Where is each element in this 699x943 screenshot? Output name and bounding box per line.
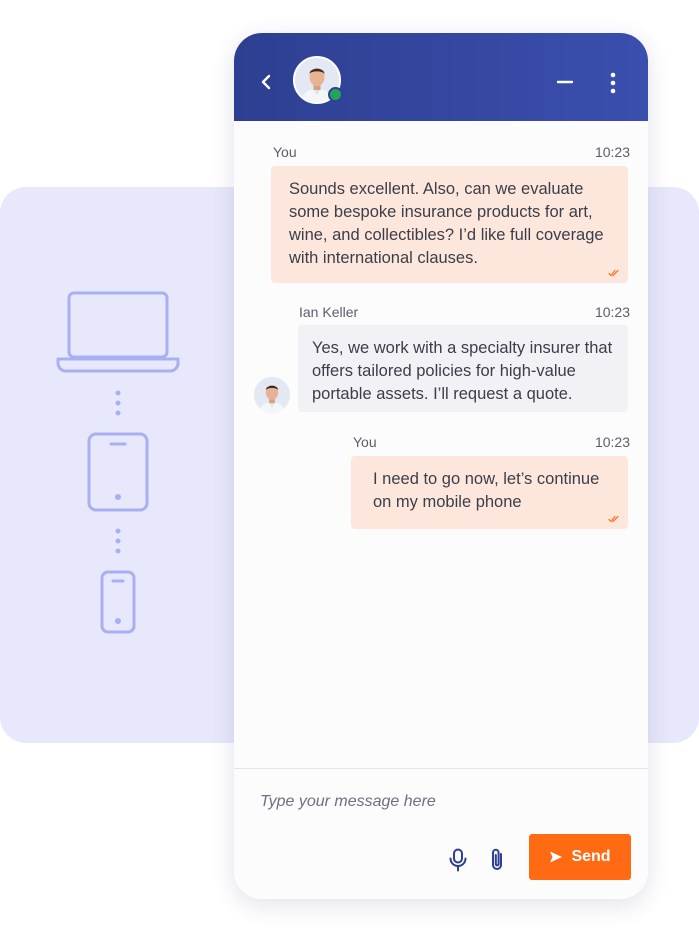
- minus-icon: [556, 80, 574, 84]
- message-time: 10:23: [594, 434, 630, 450]
- message-line: wine, and collectibles? I’d like full co…: [289, 226, 604, 244]
- voice-message-button[interactable]: [448, 848, 468, 872]
- paperclip-icon: [492, 848, 502, 870]
- message-line: with international clauses.: [289, 249, 478, 267]
- sender-avatar: [254, 377, 290, 413]
- microphone-icon: [449, 848, 467, 872]
- send-button-label: Send: [571, 848, 611, 865]
- more-options-button[interactable]: [606, 71, 620, 95]
- chevron-left-icon: [261, 74, 271, 90]
- double-check-icon: [608, 269, 619, 277]
- message-line: offers tailored policies for high-value: [312, 362, 576, 380]
- minimize-button[interactable]: [556, 75, 574, 89]
- message-line: some bespoke insurance products for art,: [289, 203, 593, 221]
- double-check-icon: [608, 515, 619, 523]
- message-time: 10:23: [594, 304, 630, 320]
- connector-dots: [115, 390, 121, 624]
- person-photo: [254, 377, 290, 413]
- message-sender: Ian Keller: [299, 304, 359, 320]
- message-input[interactable]: [260, 789, 620, 815]
- chat-header: [234, 33, 648, 121]
- message-composer: Send: [234, 768, 648, 899]
- message-line: Yes, we work with a specialty insurer th…: [312, 339, 613, 357]
- message-line: portable assets. I’ll request a quote.: [312, 385, 573, 403]
- device-illustration: [0, 187, 240, 743]
- send-button[interactable]: Send: [529, 834, 631, 880]
- more-vertical-icon: [610, 72, 616, 94]
- message-line: on my mobile phone: [373, 493, 522, 511]
- online-status-dot: [328, 87, 343, 102]
- laptop-icon: [56, 291, 180, 373]
- message-sender: You: [273, 144, 297, 160]
- back-button[interactable]: [258, 73, 276, 91]
- message-line: Sounds excellent. Also, can we evaluate: [289, 180, 584, 198]
- message-bubble-outgoing: I need to go now, let’s continue on my m…: [351, 456, 628, 529]
- message-line: I need to go now, let’s continue: [373, 470, 600, 488]
- agent-avatar[interactable]: [293, 56, 343, 104]
- attach-file-button[interactable]: [487, 847, 507, 873]
- message-sender: You: [353, 434, 377, 450]
- send-arrow-icon: [550, 851, 563, 863]
- message-bubble-incoming: Yes, we work with a specialty insurer th…: [298, 325, 628, 412]
- chat-window: You 10:23 Sounds excellent. Also, can we…: [234, 33, 648, 899]
- message-time: 10:23: [594, 144, 630, 160]
- message-bubble-outgoing: Sounds excellent. Also, can we evaluate …: [271, 166, 628, 283]
